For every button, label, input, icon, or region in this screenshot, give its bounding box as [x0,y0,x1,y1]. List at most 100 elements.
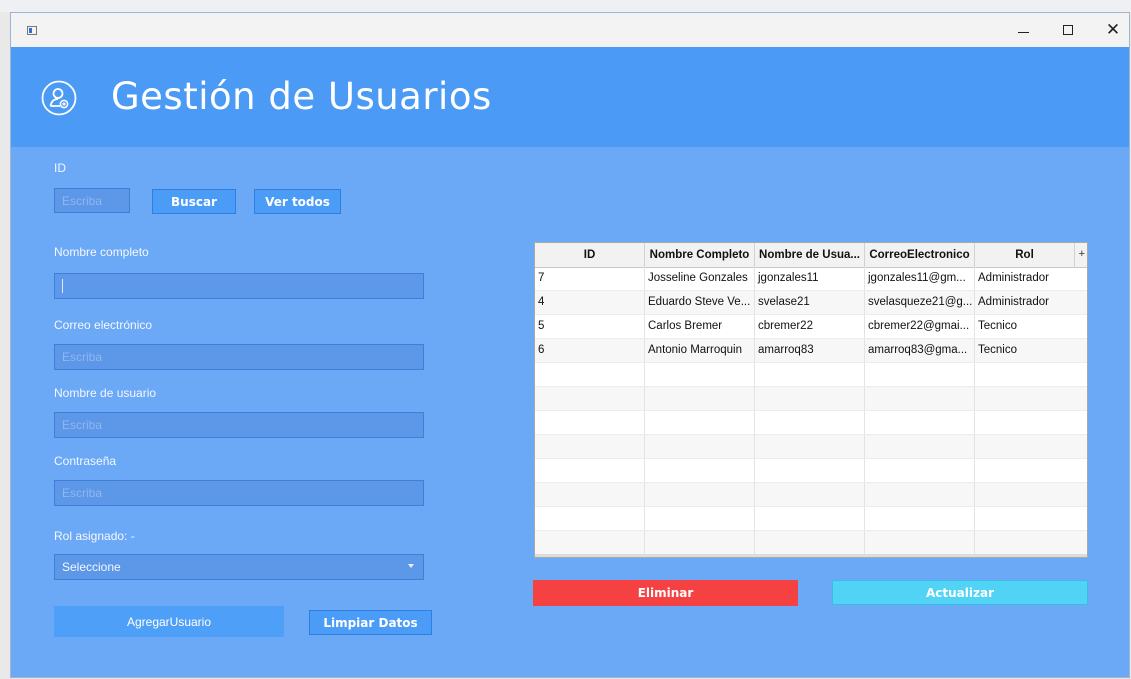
maximize-icon [1063,25,1073,35]
cell-role: Tecnico [975,339,1087,362]
cell-email: svelasqueze21@g... [865,291,975,314]
cell-id: 4 [535,291,645,314]
delete-button[interactable]: Eliminar [533,580,798,606]
cell-empty [865,507,975,530]
cell-empty [755,435,865,458]
user-add-icon [41,80,77,116]
column-header-email[interactable]: CorreoElectronico [865,243,975,267]
column-header-role[interactable]: Rol [975,243,1075,267]
close-button[interactable]: ✕ [1091,13,1129,47]
text-cursor [62,279,63,293]
cell-empty [865,483,975,506]
desktop-background [0,0,1131,12]
cell-empty [535,459,645,482]
column-header-id[interactable]: ID [535,243,645,267]
cell-role: Tecnico [975,315,1087,338]
table-row[interactable]: 5 Carlos Bremer cbremer22 cbremer22@gmai… [535,315,1087,339]
cell-fullname: Eduardo Steve Ve... [645,291,755,314]
table-row-empty [535,459,1087,483]
table-row[interactable]: 6 Antonio Marroquin amarroq83 amarroq83@… [535,339,1087,363]
column-header-username[interactable]: Nombre de Usua... [755,243,865,267]
cell-empty [975,363,1087,386]
cell-id: 6 [535,339,645,362]
app-window: ✕ Gestión de Usuarios ID Escriba Buscar … [10,12,1130,678]
cell-empty [535,483,645,506]
update-button[interactable]: Actualizar [832,580,1088,605]
cell-empty [645,435,755,458]
cell-empty [755,507,865,530]
chevron-down-icon [408,564,414,568]
clear-data-button[interactable]: Limpiar Datos [309,610,432,635]
table-row[interactable]: 7 Josseline Gonzales jgonzales11 jgonzal… [535,267,1087,291]
cell-empty [865,363,975,386]
cell-fullname: Antonio Marroquin [645,339,755,362]
cell-fullname: Carlos Bremer [645,315,755,338]
search-button[interactable]: Buscar [152,189,236,214]
password-input[interactable]: Escriba [54,480,424,506]
page-header: Gestión de Usuarios [11,47,1129,147]
password-label: Contraseña [54,454,117,468]
fullname-label: Nombre completo [54,245,149,259]
cell-empty [645,507,755,530]
role-label: Rol asignado: - [54,529,135,543]
fullname-input[interactable] [54,273,424,299]
add-column-icon[interactable]: + [1079,248,1085,260]
cell-email: amarroq83@gma... [865,339,975,362]
table-row-empty [535,363,1087,387]
cell-username: jgonzales11 [755,267,865,290]
minimize-button[interactable] [1001,13,1045,47]
cell-empty [865,531,975,554]
cell-empty [865,387,975,410]
cell-empty [755,483,865,506]
cell-empty [975,387,1087,410]
table-row-empty [535,531,1087,555]
add-user-button[interactable]: AgregarUsuario [54,606,284,637]
view-all-button[interactable]: Ver todos [254,189,341,214]
role-select-value: Seleccione [62,560,121,574]
table-header: ID Nombre Completo Nombre de Usua... Cor… [535,243,1087,268]
cell-id: 5 [535,315,645,338]
cell-username: svelase21 [755,291,865,314]
table-row-empty [535,411,1087,435]
cell-empty [865,459,975,482]
email-input[interactable]: Escriba [54,344,424,370]
id-label: ID [54,161,66,175]
username-label: Nombre de usuario [54,386,157,400]
cell-email: cbremer22@gmai... [865,315,975,338]
cell-empty [535,531,645,554]
column-header-fullname[interactable]: Nombre Completo [645,243,755,267]
app-icon [27,26,37,35]
table-row-empty [535,507,1087,531]
cell-empty [535,435,645,458]
cell-empty [975,411,1087,434]
cell-username: amarroq83 [755,339,865,362]
cell-empty [645,411,755,434]
cell-empty [755,387,865,410]
minimize-icon [1017,31,1029,33]
cell-empty [755,531,865,554]
page-title: Gestión de Usuarios [111,75,492,118]
cell-empty [645,531,755,554]
cell-empty [535,363,645,386]
cell-empty [535,507,645,530]
username-input[interactable]: Escriba [54,412,424,438]
cell-empty [645,483,755,506]
users-table[interactable]: ID Nombre Completo Nombre de Usua... Cor… [534,242,1088,558]
id-input[interactable]: Escriba [54,188,130,213]
horizontal-scrollbar[interactable] [535,554,1087,557]
cell-role: Administrador [975,267,1087,290]
cell-username: cbremer22 [755,315,865,338]
cell-empty [755,411,865,434]
cell-fullname: Josseline Gonzales [645,267,755,290]
cell-role: Administrador [975,291,1087,314]
role-select[interactable]: Seleccione [54,554,424,580]
cell-empty [755,363,865,386]
cell-empty [865,411,975,434]
table-row-empty [535,435,1087,459]
table-row-empty [535,387,1087,411]
table-row[interactable]: 4 Eduardo Steve Ve... svelase21 svelasqu… [535,291,1087,315]
cell-email: jgonzales11@gm... [865,267,975,290]
maximize-button[interactable] [1046,13,1090,47]
cell-empty [535,387,645,410]
cell-empty [645,387,755,410]
